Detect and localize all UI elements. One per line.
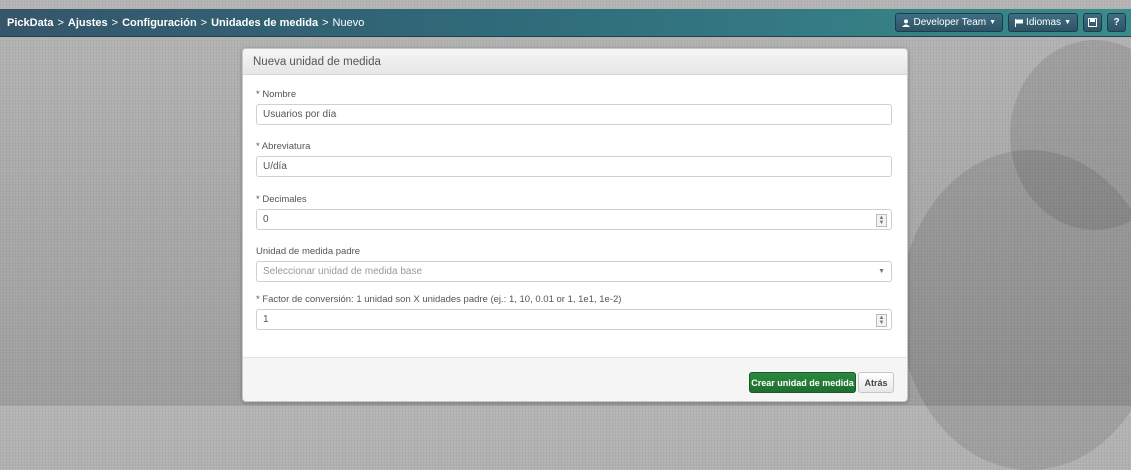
abreviatura-label: * Abreviatura xyxy=(256,141,311,152)
developer-team-dropdown[interactable]: Developer Team ▼ xyxy=(895,13,1004,32)
language-label: Idiomas xyxy=(1026,17,1062,28)
user-icon xyxy=(902,18,911,27)
nombre-label: * Nombre xyxy=(256,89,297,100)
flag-icon xyxy=(1015,18,1024,27)
abreviatura-input[interactable]: U/día xyxy=(256,156,892,177)
nombre-input[interactable]: Usuarios por día xyxy=(256,104,892,125)
breadcrumb-item-pickdata[interactable]: PickData xyxy=(7,17,53,29)
breadcrumb-separator: > xyxy=(322,16,329,29)
new-unit-form-panel: Nueva unidad de medida * Nombre Usuarios… xyxy=(242,48,908,402)
breadcrumb-separator: > xyxy=(57,16,64,29)
form-footer: Crear unidad de medida Atrás xyxy=(243,357,907,401)
padre-label: Unidad de medida padre xyxy=(256,246,361,257)
breadcrumb-current: Nuevo xyxy=(332,16,365,29)
decimales-label: * Decimales xyxy=(256,194,307,205)
number-stepper-icon[interactable]: ▲ ▼ xyxy=(876,314,887,327)
breadcrumb-separator: > xyxy=(111,16,119,29)
padre-select[interactable]: Seleccionar unidad de medida base ▼ xyxy=(256,261,892,282)
factor-value: 1 xyxy=(263,314,269,325)
help-icon: ? xyxy=(1113,17,1120,28)
top-navigation-bar: PickData > Ajustes > Configuración > Uni… xyxy=(0,9,1131,37)
decimales-value: 0 xyxy=(263,214,269,225)
developer-team-label: Developer Team xyxy=(913,17,987,28)
padre-select-placeholder: Seleccionar unidad de medida base xyxy=(263,266,422,277)
number-stepper-icon[interactable]: ▲ ▼ xyxy=(876,214,887,227)
background-decoration xyxy=(900,150,1131,470)
panel-title: Nueva unidad de medida xyxy=(243,49,907,75)
factor-input[interactable]: 1 ▲ ▼ xyxy=(256,309,892,330)
breadcrumb-item-configuracion[interactable]: Configuración xyxy=(122,17,197,29)
create-unit-button[interactable]: Crear unidad de medida xyxy=(749,372,856,393)
back-button[interactable]: Atrás xyxy=(858,372,894,393)
save-button[interactable] xyxy=(1083,13,1102,32)
decimales-input[interactable]: 0 ▲ ▼ xyxy=(256,209,892,230)
breadcrumb-item-unidades[interactable]: Unidades de medida xyxy=(211,17,318,29)
factor-label: * Factor de conversión: 1 unidad son X u… xyxy=(256,294,622,305)
breadcrumb-separator: > xyxy=(200,16,208,29)
language-dropdown[interactable]: Idiomas ▼ xyxy=(1008,13,1078,32)
breadcrumb-item-ajustes[interactable]: Ajustes xyxy=(68,17,108,29)
chevron-down-icon: ▼ xyxy=(989,19,997,26)
save-icon xyxy=(1088,18,1097,27)
breadcrumb: PickData > Ajustes > Configuración > Uni… xyxy=(7,17,364,29)
help-button[interactable]: ? xyxy=(1107,13,1126,32)
chevron-down-icon: ▼ xyxy=(1064,19,1071,26)
chevron-down-icon: ▼ xyxy=(878,268,885,275)
